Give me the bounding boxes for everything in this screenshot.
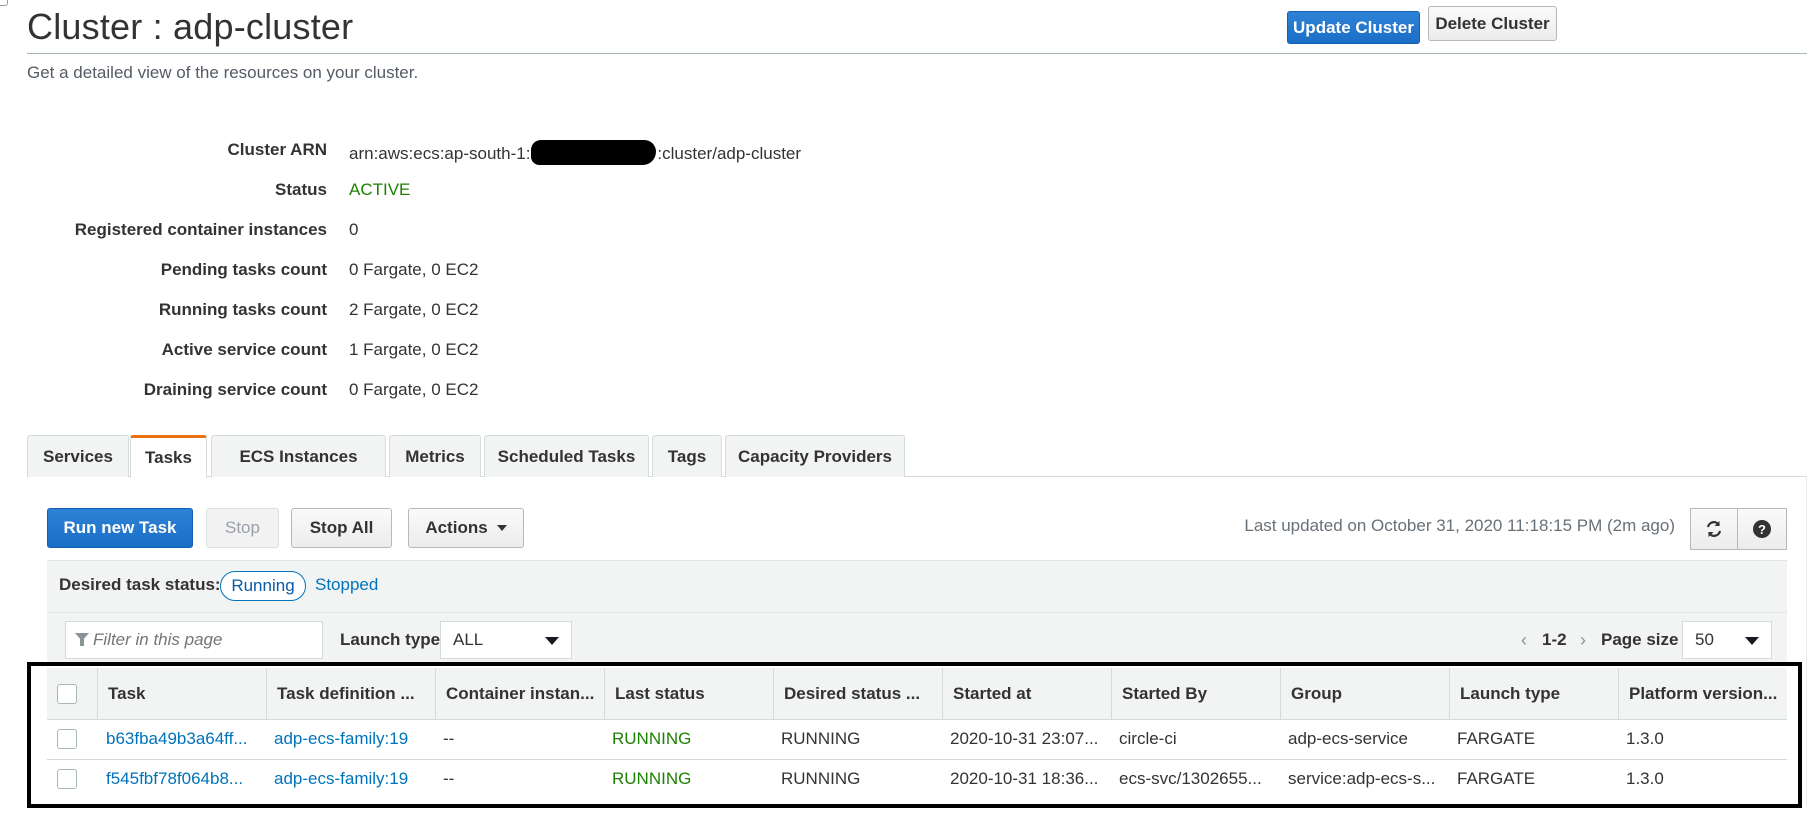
detail-row-pending-tasks: Pending tasks count 0 Fargate, 0 EC2 (0, 260, 900, 284)
detail-label: Draining service count (143, 380, 327, 399)
launch-type-select[interactable]: ALL (440, 621, 572, 659)
actions-dropdown[interactable]: Actions (408, 508, 524, 548)
tab-ecs-instances[interactable]: ECS Instances (211, 435, 386, 477)
tab-tasks[interactable]: Tasks (130, 435, 207, 478)
actions-label: Actions (425, 518, 488, 537)
page-subtitle: Get a detailed view of the resources on … (27, 63, 419, 82)
run-new-task-button[interactable]: Run new Task (47, 508, 193, 548)
detail-label: Registered container instances (74, 220, 327, 239)
detail-label: Active service count (161, 340, 327, 359)
pager-prev-icon[interactable]: ‹ (1521, 630, 1527, 651)
detail-label: Cluster ARN (227, 140, 328, 159)
page-size-value: 50 (1695, 630, 1714, 649)
chevron-down-icon (1745, 637, 1759, 645)
page-size-select[interactable]: 50 (1682, 621, 1772, 659)
redacted-account-id (531, 140, 657, 165)
svg-text:?: ? (1758, 522, 1766, 537)
status-value: ACTIVE (349, 180, 411, 199)
pager-range: 1-2 (1542, 630, 1567, 649)
desired-status-label: Desired task status: (59, 575, 221, 594)
cluster-arn-value: arn:aws:ecs:ap-south-1: :cluster/adp-clus… (349, 140, 801, 165)
detail-value: 2 Fargate, 0 EC2 (349, 300, 479, 319)
caret-down-icon (496, 525, 507, 531)
detail-row-draining-services: Draining service count 0 Fargate, 0 EC2 (0, 380, 900, 404)
refresh-icon (1706, 521, 1722, 537)
tab-tags[interactable]: Tags (652, 435, 722, 477)
detail-label: Running tasks count (158, 300, 327, 319)
tab-services[interactable]: Services (27, 435, 129, 477)
highlight-frame (27, 662, 1802, 808)
detail-value: 1 Fargate, 0 EC2 (349, 340, 479, 359)
status-stopped-link[interactable]: Stopped (315, 575, 378, 595)
detail-value: 0 Fargate, 0 EC2 (349, 380, 479, 399)
filter-input[interactable] (65, 621, 323, 659)
tab-panel-border-right (1806, 476, 1807, 806)
tab-capacity-providers[interactable]: Capacity Providers (725, 435, 905, 477)
header-divider (27, 53, 1807, 54)
detail-label: Status (275, 180, 327, 199)
detail-row-running-tasks: Running tasks count 2 Fargate, 0 EC2 (0, 300, 900, 324)
last-updated-text: Last updated on October 31, 2020 11:18:1… (1244, 516, 1675, 535)
page-size-label: Page size (1601, 630, 1679, 649)
detail-label: Pending tasks count (160, 260, 327, 279)
detail-row-active-services: Active service count 1 Fargate, 0 EC2 (0, 340, 900, 364)
window-corner (0, 0, 8, 6)
page-title: Cluster : adp-cluster (27, 6, 354, 47)
refresh-button[interactable] (1690, 508, 1738, 550)
arn-prefix: arn:aws:ecs:ap-south-1: (349, 144, 531, 163)
detail-row-registered-instances: Registered container instances 0 (0, 220, 900, 244)
detail-row-arn: Cluster ARN arn:aws:ecs:ap-south-1: :clus… (0, 140, 900, 165)
arn-suffix: :cluster/adp-cluster (657, 144, 802, 163)
stop-button[interactable]: Stop (206, 508, 279, 548)
help-button[interactable]: ? (1737, 508, 1787, 550)
launch-type-value: ALL (453, 630, 484, 649)
stop-all-button[interactable]: Stop All (291, 508, 392, 548)
detail-value: 0 (349, 220, 359, 239)
status-filter-band (47, 560, 1787, 612)
help-icon: ? (1753, 520, 1771, 538)
detail-row-status: Status ACTIVE (0, 180, 900, 204)
tab-metrics[interactable]: Metrics (389, 435, 481, 477)
status-running-pill[interactable]: Running (220, 571, 306, 601)
update-cluster-button[interactable]: Update Cluster (1287, 11, 1420, 44)
detail-value: 0 Fargate, 0 EC2 (349, 260, 479, 279)
filter-icon-stem (80, 639, 84, 646)
pager-next-icon[interactable]: › (1580, 630, 1586, 651)
launch-type-label: Launch type (340, 630, 441, 649)
chevron-down-icon (545, 637, 559, 645)
tab-scheduled-tasks[interactable]: Scheduled Tasks (484, 435, 649, 477)
delete-cluster-button[interactable]: Delete Cluster (1428, 6, 1557, 41)
